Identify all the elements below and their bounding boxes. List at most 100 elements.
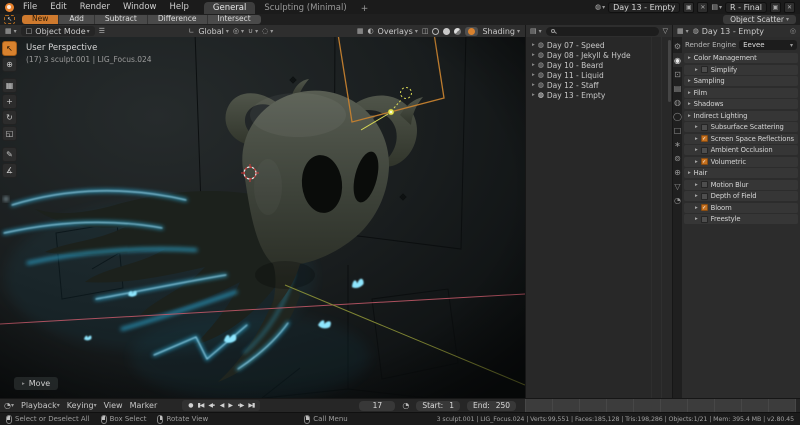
overlays-dropdown-icon[interactable]: ▾: [415, 28, 418, 35]
expand-icon[interactable]: ▸: [688, 78, 691, 84]
expand-icon[interactable]: ▸: [532, 52, 535, 58]
operator-panel-move[interactable]: ▸ Move: [14, 377, 59, 390]
move-tool-button[interactable]: +: [2, 94, 17, 109]
frame-start-field[interactable]: Start: 1: [416, 400, 460, 411]
menu-view[interactable]: View: [104, 401, 123, 410]
orientation-dropdown-icon[interactable]: ▾: [226, 28, 229, 35]
editor-type-dropdown-icon[interactable]: ▾: [14, 28, 17, 35]
view-layer-dropdown-icon[interactable]: ▾: [719, 4, 722, 11]
pivot-icon[interactable]: ◎: [233, 27, 239, 35]
proportional-edit-icon[interactable]: ◌: [262, 27, 268, 35]
tab-tool[interactable]: ⚙: [673, 39, 682, 53]
shading-label[interactable]: Shading: [482, 27, 515, 36]
orientation-label[interactable]: Global: [198, 27, 224, 36]
scene-icon[interactable]: ◍: [595, 3, 601, 11]
jump-to-start-button[interactable]: ▮◀: [198, 402, 205, 409]
tab-object[interactable]: □: [673, 123, 682, 137]
prev-keyframe-button[interactable]: ◀∙: [208, 402, 215, 409]
menu-window[interactable]: Window: [119, 2, 161, 12]
play-button[interactable]: ▶: [228, 402, 233, 409]
scene-duplicate-button[interactable]: ▣: [683, 1, 695, 13]
tab-render[interactable]: ◉: [673, 53, 682, 67]
menu-playback[interactable]: Playback ▾: [21, 401, 60, 410]
expand-icon[interactable]: ▸: [688, 170, 691, 176]
tab-sculpting-minimal[interactable]: Sculpting (Minimal): [255, 2, 355, 14]
tab-material[interactable]: ◔: [673, 193, 682, 207]
scene-name-field[interactable]: Day 13 - Empty: [608, 1, 681, 13]
frame-end-field[interactable]: End: 250: [466, 400, 517, 411]
object-scatter-button[interactable]: Object Scatter ▾: [723, 15, 796, 24]
properties-editor-dropdown-icon[interactable]: ▾: [686, 28, 689, 35]
cursor-tool-button[interactable]: ⊕: [2, 57, 17, 72]
outliner-filter-icon[interactable]: ▽: [663, 27, 668, 35]
panel-freestyle[interactable]: ▸ Freestyle: [683, 214, 798, 224]
pin-icon[interactable]: ◎: [790, 27, 796, 35]
panel-subsurface-scattering[interactable]: ▸ Subsurface Scattering: [683, 122, 798, 132]
tab-scene[interactable]: ◍: [673, 95, 682, 109]
proportional-dropdown-icon[interactable]: ▾: [270, 28, 273, 35]
overlays-icon[interactable]: ◐: [367, 27, 373, 35]
scale-tool-button[interactable]: ◱: [2, 126, 17, 141]
expand-icon[interactable]: ▸: [695, 205, 698, 211]
tab-physics[interactable]: ⊕: [673, 165, 682, 179]
panel-checkbox[interactable]: [700, 135, 708, 142]
panel-screen-space-reflections[interactable]: ▸ Screen Space Reflections: [683, 133, 798, 144]
expand-icon[interactable]: ▸: [695, 124, 698, 130]
active-tool-icon[interactable]: ↖: [4, 15, 15, 24]
expand-icon[interactable]: ▸: [695, 216, 698, 222]
panel-checkbox[interactable]: [700, 158, 708, 165]
outliner-display-mode-icon[interactable]: ▤: [530, 27, 537, 35]
panel-motion-blur[interactable]: ▸ Motion Blur: [683, 179, 798, 190]
brush-subtract-button[interactable]: Subtract: [94, 15, 148, 24]
panel-volumetric[interactable]: ▸ Volumetric: [683, 156, 798, 167]
expand-icon[interactable]: ▸: [532, 82, 535, 88]
mode-selector[interactable]: □ Object Mode ▾: [20, 26, 95, 36]
panel-indirect-lighting[interactable]: ▸ Indirect Lighting: [683, 110, 798, 121]
rotate-tool-button[interactable]: ↻: [2, 110, 17, 125]
panel-sampling[interactable]: ▸ Sampling: [683, 76, 798, 86]
expand-icon[interactable]: ▸: [688, 90, 691, 96]
expand-icon[interactable]: ▸: [695, 67, 698, 73]
orientation-icon[interactable]: ∟: [188, 27, 194, 35]
outliner-search-input[interactable]: [545, 26, 659, 36]
transform-tool-button[interactable]: ▦: [2, 78, 17, 93]
expand-icon[interactable]: ▸: [695, 182, 698, 188]
view-layer-duplicate-button[interactable]: ▣: [770, 1, 781, 13]
expand-icon[interactable]: ▸: [695, 159, 698, 165]
view-layer-icon[interactable]: ▤: [711, 3, 718, 11]
timeline-editor-selector[interactable]: ◔ ▾: [4, 401, 14, 410]
menu-marker[interactable]: Marker: [130, 401, 158, 410]
panel-checkbox[interactable]: [700, 192, 708, 200]
viewport-menu-icon[interactable]: ☰: [99, 27, 105, 35]
panel-checkbox[interactable]: [700, 123, 708, 131]
annotate-tool-button[interactable]: ✎: [2, 147, 17, 162]
panel-checkbox[interactable]: [700, 215, 708, 223]
add-workspace-button[interactable]: +: [356, 4, 374, 14]
panel-checkbox[interactable]: [700, 66, 708, 73]
shading-solid-icon[interactable]: [443, 27, 451, 35]
tab-output[interactable]: ⊡: [673, 67, 682, 81]
outliner-display-dropdown-icon[interactable]: ▾: [539, 28, 542, 35]
tab-view-layer[interactable]: ▤: [673, 81, 682, 95]
menu-help[interactable]: Help: [165, 2, 192, 12]
snap-magnet-icon[interactable]: ∪: [248, 27, 253, 35]
expand-icon[interactable]: ▸: [532, 42, 535, 48]
tab-world[interactable]: ◯: [673, 109, 682, 123]
expand-icon[interactable]: ▸: [532, 72, 535, 78]
overlays-label[interactable]: Overlays: [378, 27, 413, 36]
expand-icon[interactable]: ▸: [688, 55, 691, 61]
tab-modifiers[interactable]: ∗: [673, 137, 682, 151]
expand-icon[interactable]: ▸: [695, 136, 698, 142]
editor-type-3d-icon[interactable]: ▦: [5, 27, 12, 35]
expand-icon[interactable]: ▸: [688, 101, 691, 107]
panel-ambient-occlusion[interactable]: ▸ Ambient Occlusion: [683, 145, 798, 155]
menu-keying[interactable]: Keying ▾: [67, 401, 97, 410]
expand-icon[interactable]: ▸: [532, 62, 535, 68]
tab-general[interactable]: General: [203, 2, 256, 14]
brush-add-button[interactable]: Add: [59, 15, 95, 24]
measure-tool-button[interactable]: ∡: [2, 163, 17, 178]
expand-icon[interactable]: ▸: [695, 193, 698, 199]
properties-editor-icon[interactable]: ▦: [677, 27, 684, 35]
panel-shadows[interactable]: ▸ Shadows: [683, 99, 798, 109]
gizmo-toggle-icon[interactable]: ▦: [357, 27, 364, 35]
